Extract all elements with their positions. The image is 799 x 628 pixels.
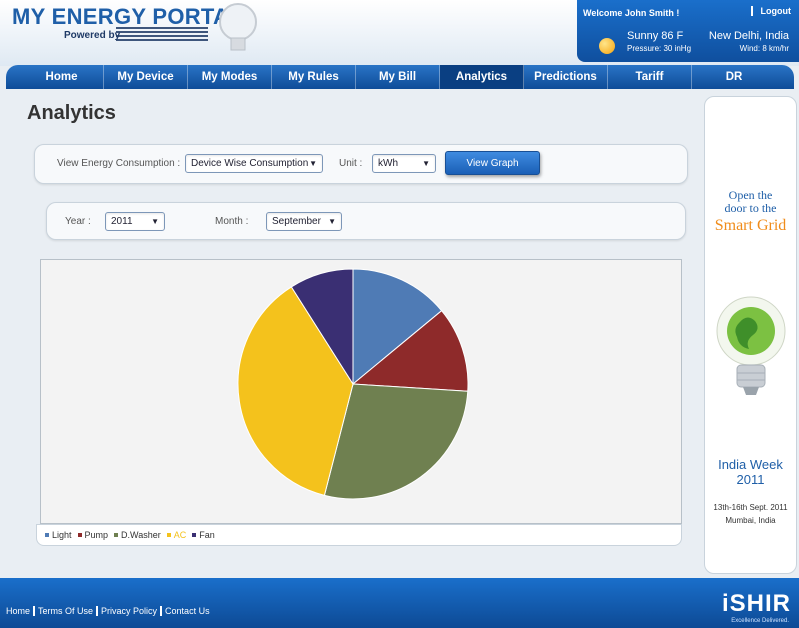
nav-home[interactable]: Home: [20, 65, 104, 89]
pie-chart-area: [40, 259, 682, 524]
legend-item[interactable]: Pump: [77, 530, 109, 540]
legend-swatch: [77, 533, 82, 537]
nav-my-rules[interactable]: My Rules: [272, 65, 356, 89]
dropdown-arrow-icon: ▼: [309, 159, 317, 168]
view-consumption-label: View Energy Consumption :: [57, 158, 181, 169]
legend-label: Light: [52, 530, 72, 540]
weather-location: New Delhi, India: [708, 30, 789, 42]
bulb-logo-icon: [219, 3, 257, 51]
unit-select[interactable]: kWh ▼: [372, 154, 436, 173]
ad-event: India Week 2011: [705, 457, 796, 487]
legend-swatch: [192, 533, 197, 537]
sesg-logo: [116, 27, 208, 41]
view-graph-button[interactable]: View Graph: [445, 151, 540, 175]
ad-line-2: door to the: [724, 201, 777, 215]
ad-event-dates: 13th-16th Sept. 2011: [713, 503, 788, 512]
month-label: Month :: [215, 216, 249, 227]
consumption-type-select[interactable]: Device Wise Consumption ▼: [185, 154, 323, 173]
nav-tariff[interactable]: Tariff: [608, 65, 692, 89]
ad-smart-grid: Smart Grid: [714, 217, 787, 234]
logout-link[interactable]: Logout: [750, 6, 791, 16]
consumption-filter-panel: View Energy Consumption : Device Wise Co…: [34, 144, 688, 184]
year-value: 2011: [111, 216, 133, 227]
globe-bulb-icon: [716, 296, 786, 395]
unit-value: kWh: [378, 158, 398, 169]
welcome-text: Welcome John Smith !: [583, 8, 680, 18]
nav-my-bill[interactable]: My Bill: [356, 65, 440, 89]
consumption-type-value: Device Wise Consumption: [191, 158, 309, 169]
dropdown-arrow-icon: ▼: [328, 217, 336, 226]
nav-dr[interactable]: DR: [692, 65, 776, 89]
footer-link-home[interactable]: Home: [6, 606, 30, 616]
powered-by-label: Powered by: [64, 30, 121, 41]
legend-label: AC: [173, 530, 187, 540]
footer-separator: [96, 606, 99, 616]
footer-links: Home Terms Of Use Privacy Policy Contact Us: [6, 606, 210, 616]
weather-wind: Wind: 8 km/hr: [739, 44, 789, 53]
footer-separator: [33, 606, 36, 616]
page-title: Analytics: [27, 102, 116, 124]
footer-separator: [160, 606, 163, 616]
nav-analytics[interactable]: Analytics: [440, 65, 524, 89]
weather-description: Sunny 86 F: [627, 30, 684, 42]
unit-label: Unit :: [339, 158, 363, 169]
legend-swatch: [166, 533, 171, 537]
legend-swatch: [45, 533, 49, 537]
legend-item[interactable]: AC: [166, 530, 187, 540]
nav-predictions[interactable]: Predictions: [524, 65, 608, 89]
year-label: Year :: [65, 216, 91, 227]
dropdown-arrow-icon: ▼: [422, 159, 430, 168]
month-value: September: [272, 216, 321, 227]
sun-icon: [599, 38, 615, 54]
ishir-tagline: Excellence Delivered.: [731, 618, 789, 624]
ad-event-details: 13th-16th Sept. 2011 Mumbai, India: [705, 501, 796, 527]
date-filter-panel: Year : 2011 ▼ Month : September ▼: [46, 202, 686, 240]
month-select[interactable]: September ▼: [266, 212, 342, 231]
dropdown-arrow-icon: ▼: [151, 217, 159, 226]
main-nav: Home My Device My Modes My Rules My Bill…: [6, 65, 794, 89]
header: MY ENERGY PORTAL Powered by Welcome John…: [0, 0, 799, 66]
nav-my-device[interactable]: My Device: [104, 65, 188, 89]
weather-pressure: Pressure: 30 inHg: [627, 44, 692, 53]
ad-event-name: India Week: [718, 457, 783, 472]
chart-legend: Light Pump D.Washer AC Fan: [36, 524, 682, 546]
legend-label: Pump: [84, 530, 109, 540]
ad-tagline: Open the door to the: [705, 189, 796, 215]
year-select[interactable]: 2011 ▼: [105, 212, 165, 231]
ad-event-year: 2011: [736, 472, 765, 487]
footer-link-terms[interactable]: Terms Of Use: [38, 606, 93, 616]
ad-event-city: Mumbai, India: [725, 516, 776, 525]
main-content: Analytics View Energy Consumption : Devi…: [12, 92, 694, 572]
smart-grid-ad[interactable]: Open the door to the Smart Grid India We…: [704, 96, 797, 574]
legend-item[interactable]: Fan: [192, 530, 215, 540]
legend-swatch: [114, 533, 119, 537]
nav-my-modes[interactable]: My Modes: [188, 65, 272, 89]
ishir-logo: iSHIR: [721, 590, 791, 617]
footer-link-contact[interactable]: Contact Us: [165, 606, 210, 616]
footer-link-privacy[interactable]: Privacy Policy: [101, 606, 157, 616]
legend-label: D.Washer: [121, 530, 161, 540]
legend-label: Fan: [199, 530, 215, 540]
footer: Home Terms Of Use Privacy Policy Contact Us…: [0, 578, 799, 628]
legend-item[interactable]: Light: [45, 530, 72, 540]
weather-widget: Welcome John Smith ! Logout Sunny 86 F N…: [577, 0, 799, 62]
pie-chart: [237, 268, 469, 500]
legend-item[interactable]: D.Washer: [114, 530, 161, 540]
